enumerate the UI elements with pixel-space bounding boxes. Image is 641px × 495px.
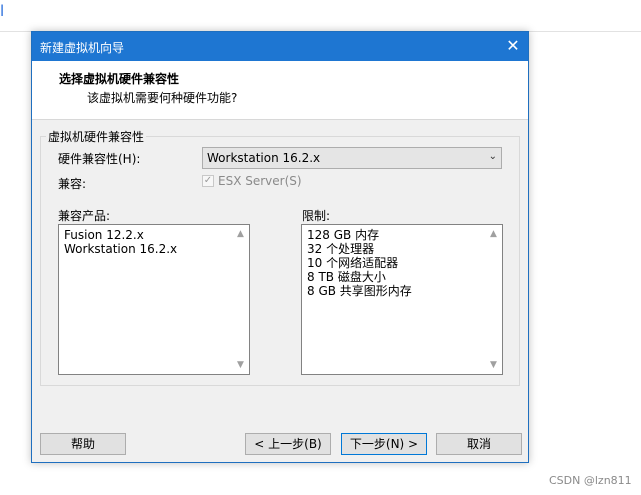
title-bar[interactable]: 新建虚拟机向导 ✕ bbox=[32, 32, 528, 61]
watermark: CSDN @lzn811 bbox=[549, 474, 632, 487]
hw-compat-value: Workstation 16.2.x bbox=[207, 151, 321, 165]
list-item[interactable]: 32 个处理器 bbox=[304, 242, 412, 256]
scroll-down-icon[interactable]: ▼ bbox=[233, 360, 248, 370]
list-item[interactable]: 8 GB 共享图形内存 bbox=[304, 284, 412, 298]
background-glyph: l bbox=[0, 2, 5, 20]
scrollbar[interactable]: ▲ ▼ bbox=[486, 226, 501, 373]
list-item[interactable]: Fusion 12.2.x bbox=[61, 228, 177, 242]
scroll-up-icon[interactable]: ▲ bbox=[486, 229, 501, 239]
wizard-header: 选择虚拟机硬件兼容性 该虚拟机需要何种硬件功能? bbox=[32, 61, 528, 120]
scroll-down-icon[interactable]: ▼ bbox=[486, 360, 501, 370]
header-subtitle: 该虚拟机需要何种硬件功能? bbox=[87, 91, 238, 105]
dialog-title: 新建虚拟机向导 bbox=[40, 41, 125, 55]
header-title: 选择虚拟机硬件兼容性 bbox=[59, 72, 180, 86]
group-title: 虚拟机硬件兼容性 bbox=[46, 128, 147, 145]
esx-server-checkbox[interactable]: ✓ bbox=[202, 175, 214, 187]
compatible-products-list[interactable]: Fusion 12.2.x Workstation 16.2.x ▲ ▼ bbox=[58, 224, 250, 375]
next-button[interactable]: 下一步(N) > bbox=[341, 433, 427, 455]
new-vm-wizard-dialog: 新建虚拟机向导 ✕ 选择虚拟机硬件兼容性 该虚拟机需要何种硬件功能? 虚拟机硬件… bbox=[31, 31, 529, 463]
esx-server-label: ESX Server(S) bbox=[218, 174, 302, 188]
back-button[interactable]: < 上一步(B) bbox=[245, 433, 331, 455]
scroll-up-icon[interactable]: ▲ bbox=[233, 229, 248, 239]
compatible-label: 兼容: bbox=[58, 177, 87, 191]
limits-list[interactable]: 128 GB 内存 32 个处理器 10 个网络适配器 8 TB 磁盘大小 8 … bbox=[301, 224, 503, 375]
cancel-button[interactable]: 取消 bbox=[436, 433, 522, 455]
chevron-down-icon: ⌄ bbox=[488, 151, 497, 162]
limits-items: 128 GB 内存 32 个处理器 10 个网络适配器 8 TB 磁盘大小 8 … bbox=[304, 228, 412, 298]
help-button[interactable]: 帮助 bbox=[40, 433, 126, 455]
list-item[interactable]: Workstation 16.2.x bbox=[61, 242, 177, 256]
list-item[interactable]: 10 个网络适配器 bbox=[304, 256, 412, 270]
hw-compat-select[interactable]: Workstation 16.2.x ⌄ bbox=[202, 147, 502, 169]
list-item[interactable]: 128 GB 内存 bbox=[304, 228, 412, 242]
limits-label: 限制: bbox=[302, 209, 331, 223]
hw-compat-label: 硬件兼容性(H): bbox=[58, 152, 141, 166]
close-icon[interactable]: ✕ bbox=[502, 35, 524, 57]
list-item[interactable]: 8 TB 磁盘大小 bbox=[304, 270, 412, 284]
compatible-products-label: 兼容产品: bbox=[58, 209, 111, 223]
scrollbar[interactable]: ▲ ▼ bbox=[233, 226, 248, 373]
compatible-products-items: Fusion 12.2.x Workstation 16.2.x bbox=[61, 228, 177, 256]
